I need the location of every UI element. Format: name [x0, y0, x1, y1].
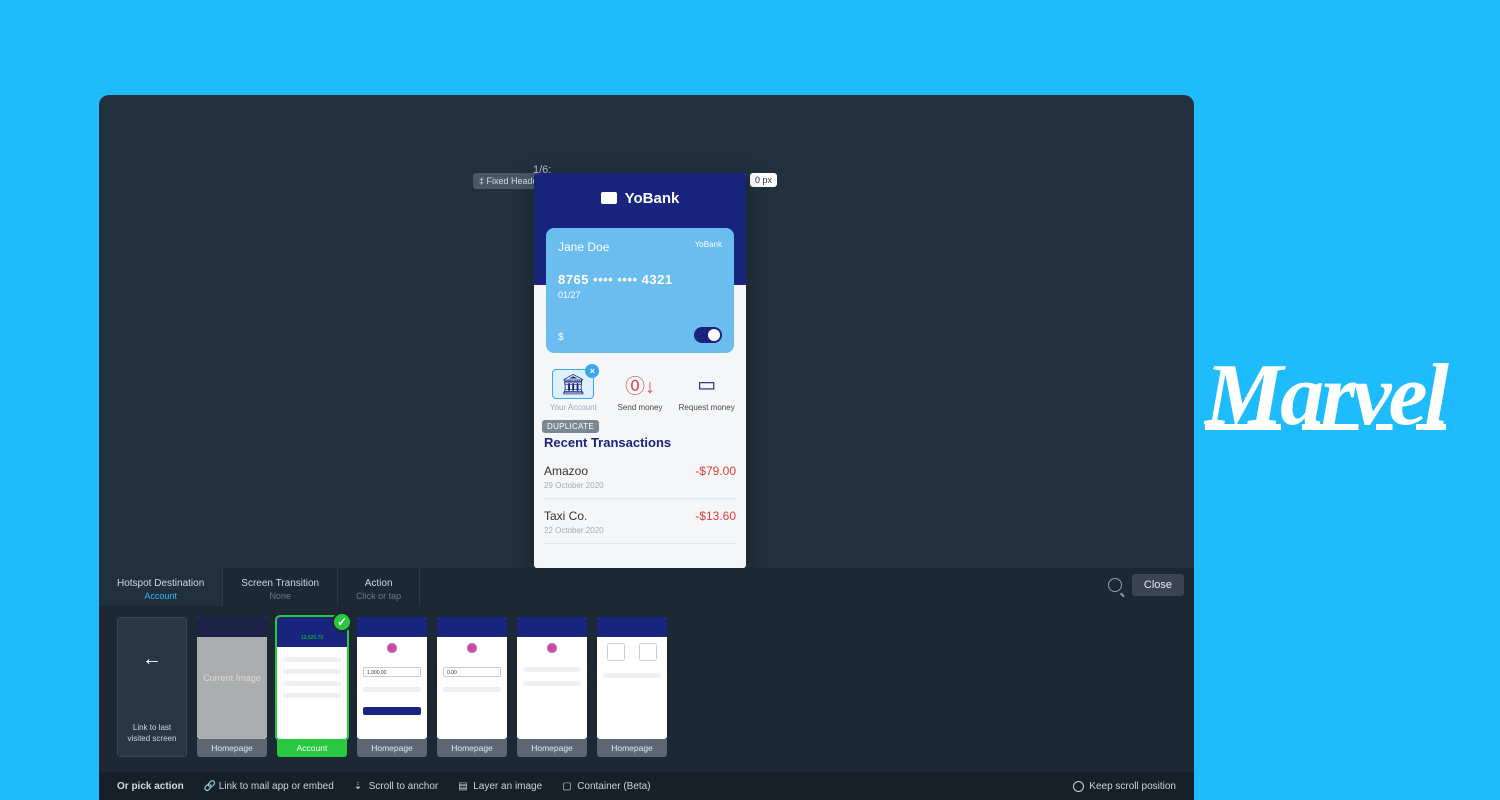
- tab-title: Hotspot Destination: [117, 578, 204, 589]
- hotspot-tabs: Hotspot Destination Account Screen Trans…: [99, 568, 1194, 606]
- footer-container[interactable]: ▢ Container (Beta): [562, 781, 650, 792]
- footer-bar: Or pick action 🔗 Link to mail app or emb…: [99, 772, 1194, 800]
- keep-scroll-toggle[interactable]: Keep scroll position: [1073, 781, 1176, 792]
- thumbnail-item[interactable]: Current Image Homepage: [197, 617, 267, 757]
- send-icon: ⓪↓: [619, 369, 661, 399]
- tab-value: Account: [117, 591, 204, 601]
- arrow-left-icon: ←: [118, 648, 186, 671]
- transaction-date: 22 October 2020: [544, 526, 736, 535]
- thumbnail-caption: Homepage: [517, 739, 587, 757]
- thumbnail-item[interactable]: 1,000.00 Homepage: [357, 617, 427, 757]
- thumbnail-item[interactable]: Homepage: [597, 617, 667, 757]
- transaction-row: Amazoo 29 October 2020 -$79.00: [544, 456, 736, 499]
- search-icon[interactable]: [1108, 578, 1122, 592]
- hotspot-remove-icon[interactable]: ×: [585, 364, 599, 378]
- thumbnail-item[interactable]: 12,520.70 ✓ Account: [277, 617, 347, 757]
- app-name: YoBank: [625, 190, 680, 207]
- action-send-money[interactable]: ⓪↓ Send money: [609, 369, 672, 412]
- tab-action[interactable]: Action Click or tap: [338, 568, 420, 606]
- card-brand: YoBank: [695, 240, 722, 249]
- current-image-overlay: Current Image: [197, 617, 267, 739]
- card-currency: $: [558, 332, 564, 343]
- thumbnail-caption: Homepage: [357, 739, 427, 757]
- tab-value: Click or tap: [356, 591, 401, 601]
- thumbnail-list: ← Link to last visited screen Current Im…: [117, 617, 1176, 757]
- thumbnail-caption: Account: [277, 739, 347, 757]
- hotspot-panel: Hotspot Destination Account Screen Trans…: [99, 568, 1194, 800]
- action-label: Your Account: [542, 403, 605, 412]
- radio-icon: [1073, 781, 1084, 792]
- thumbnail-caption: Homepage: [597, 739, 667, 757]
- anchor-icon: ⇣: [354, 781, 364, 791]
- thumbnail-caption: Homepage: [437, 739, 507, 757]
- footer-lead: Or pick action: [117, 781, 184, 792]
- duplicate-badge[interactable]: DUPLICATE: [542, 420, 599, 433]
- transaction-date: 29 October 2020: [544, 481, 736, 490]
- bank-icon: 🏛 ×: [552, 369, 594, 399]
- container-icon: ▢: [562, 781, 572, 791]
- link-back-label: Link to last visited screen: [118, 723, 186, 744]
- action-label: Request money: [675, 403, 738, 412]
- tab-title: Action: [356, 578, 401, 589]
- thumbnail-item[interactable]: Homepage: [517, 617, 587, 757]
- card-toggle[interactable]: [694, 327, 722, 343]
- card-number: 8765 •••• •••• 4321: [558, 272, 722, 287]
- app-header: YoBank: [534, 173, 746, 223]
- transaction-amount: -$13.60: [695, 509, 736, 523]
- action-your-account[interactable]: 🏛 × Your Account: [542, 369, 605, 412]
- request-icon: ▭: [686, 369, 728, 399]
- link-to-last-screen[interactable]: ← Link to last visited screen: [117, 617, 187, 757]
- canvas-area: 1/6: ‡ Fixed Header 0 px YoBank Jane Doe…: [99, 95, 1194, 568]
- tab-hotspot-destination[interactable]: Hotspot Destination Account: [99, 568, 223, 606]
- phone-mockup: YoBank Jane Doe YoBank 8765 •••• •••• 43…: [534, 173, 746, 568]
- card-icon: [601, 192, 617, 204]
- tab-screen-transition[interactable]: Screen Transition None: [223, 568, 338, 606]
- tab-title: Screen Transition: [241, 578, 319, 589]
- marvel-logo: Marvel: [1205, 345, 1446, 446]
- transaction-row: Taxi Co. 22 October 2020 -$13.60: [544, 501, 736, 544]
- selected-check-icon: ✓: [332, 612, 352, 632]
- tab-value: None: [241, 591, 319, 601]
- layers-icon: ▤: [458, 781, 468, 791]
- close-button[interactable]: Close: [1132, 574, 1184, 596]
- footer-scroll-anchor[interactable]: ⇣ Scroll to anchor: [354, 781, 438, 792]
- footer-link-mail[interactable]: 🔗 Link to mail app or embed: [204, 781, 334, 792]
- credit-card: Jane Doe YoBank 8765 •••• •••• 4321 01/2…: [546, 228, 734, 353]
- card-expiry: 01/27: [558, 290, 722, 300]
- recent-transactions-title: Recent Transactions: [544, 435, 671, 450]
- transaction-amount: -$79.00: [695, 464, 736, 478]
- link-icon: 🔗: [204, 781, 214, 791]
- thumbnail-caption: Homepage: [197, 739, 267, 757]
- action-row: 🏛 × Your Account ⓪↓ Send money ▭ Request…: [534, 363, 746, 414]
- thumbnail-item[interactable]: 0.00 Homepage: [437, 617, 507, 757]
- footer-layer-image[interactable]: ▤ Layer an image: [458, 781, 542, 792]
- offset-bubble[interactable]: 0 px: [750, 173, 777, 187]
- action-label: Send money: [609, 403, 672, 412]
- action-request-money[interactable]: ▭ Request money: [675, 369, 738, 412]
- editor-window: 1/6: ‡ Fixed Header 0 px YoBank Jane Doe…: [99, 95, 1194, 800]
